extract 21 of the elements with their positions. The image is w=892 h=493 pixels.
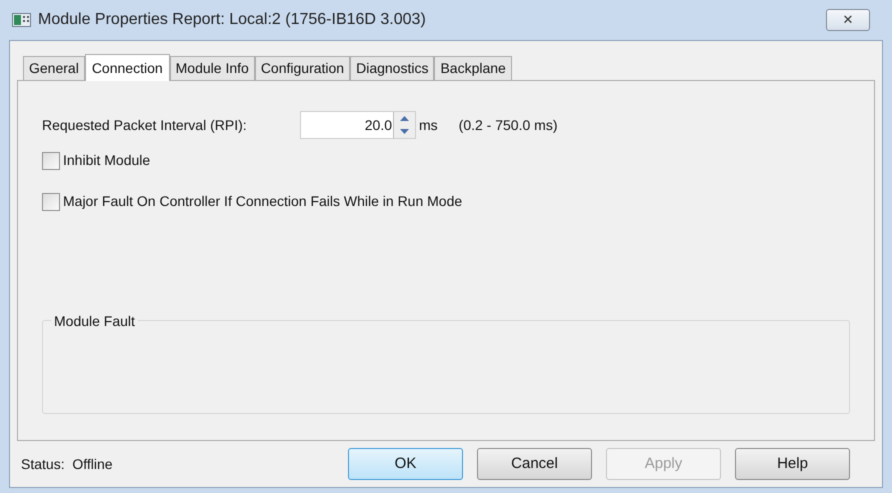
rpi-spin-field[interactable]: 20.0 — [300, 111, 416, 139]
tab[interactable]: Diagnostics — [350, 56, 434, 80]
checkbox[interactable] — [42, 192, 60, 210]
tab[interactable]: Backplane — [434, 56, 512, 80]
tab[interactable]: Configuration — [254, 56, 350, 80]
close-button[interactable]: ✕ — [826, 9, 870, 31]
status-text: Status: Offline — [21, 454, 114, 474]
checkbox-label: Major Fault On Controller If Connection Fails While in Run Mode — [63, 192, 462, 211]
rpi-label: Requested Packet Interval (RPI): — [42, 116, 248, 135]
module-icon — [12, 12, 32, 28]
dialog-button[interactable]: Cancel — [477, 448, 592, 480]
tab[interactable]: Connection — [84, 54, 170, 81]
rpi-unit: ms — [419, 116, 438, 134]
dialog-button[interactable]: OK — [348, 448, 463, 480]
tab[interactable]: General — [23, 56, 85, 80]
tab[interactable]: Module Info — [170, 56, 255, 80]
window-title: Module Properties Report: Local:2 (1756-IB16D 3.003) — [38, 10, 426, 30]
rpi-range: (0.2 - 750.0 ms) — [458, 116, 558, 135]
checkbox[interactable] — [42, 152, 60, 170]
checkbox-label: Inhibit Module — [63, 151, 150, 170]
dialog-button[interactable]: Help — [735, 448, 850, 480]
